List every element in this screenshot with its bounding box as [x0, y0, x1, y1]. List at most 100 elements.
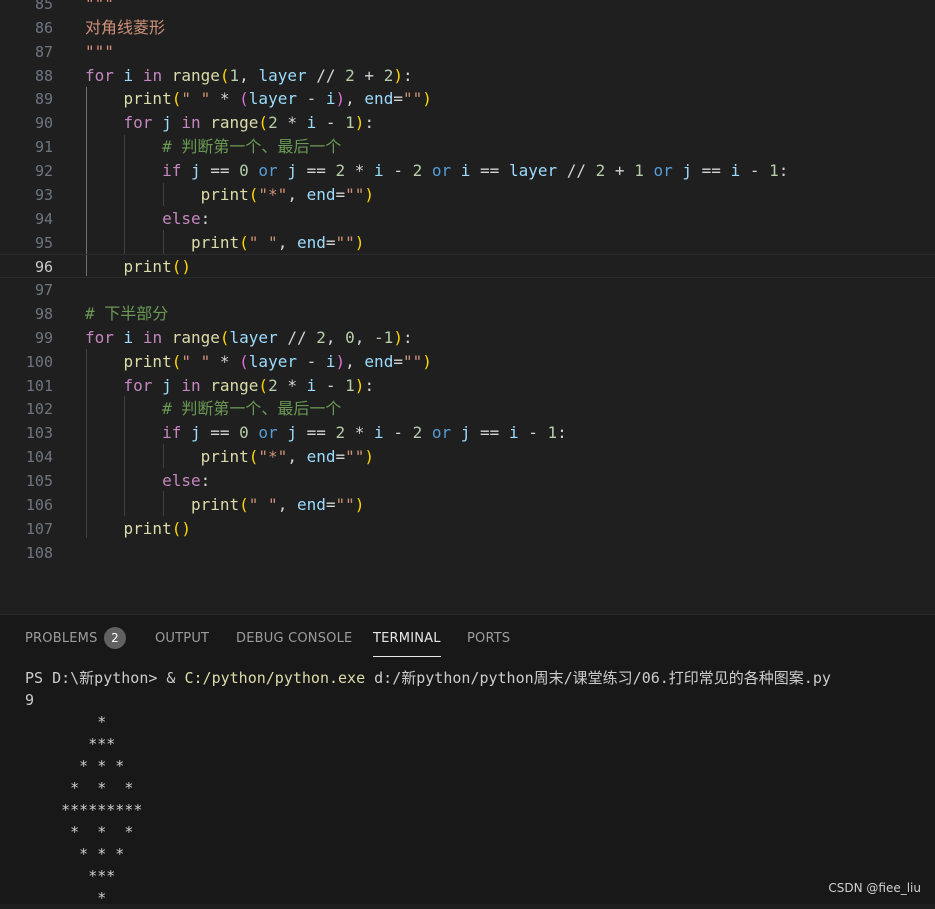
code-token: or	[431, 423, 452, 443]
terminal-output-line: *	[25, 713, 107, 731]
code-token: :	[200, 471, 211, 490]
code-token: print	[200, 184, 249, 204]
code-token: -	[383, 160, 413, 180]
code-line: 88 for i in range(1, layer // 2 + 2):	[0, 64, 935, 88]
code-token: for	[123, 113, 153, 133]
code-token: )	[335, 351, 346, 371]
code-line: 105 else:	[0, 469, 935, 493]
code-token: ==	[701, 160, 731, 180]
line-number: 98	[34, 305, 53, 324]
line-number: 103	[25, 424, 53, 443]
code-token: i	[306, 375, 317, 395]
bottom-panel: PROBLEMS 2 OUTPUT DEBUG CONSOLE TERMINAL…	[0, 614, 935, 907]
code-token: 0	[239, 160, 249, 180]
code-token: or	[258, 423, 278, 443]
code-token: in	[142, 327, 163, 347]
line-number: 97	[34, 281, 53, 300]
code-token: (	[258, 375, 269, 395]
code-token: if	[162, 423, 182, 443]
code-token: //	[306, 65, 346, 85]
terminal-output-line: *********	[25, 801, 143, 819]
tab-debug-console[interactable]: DEBUG CONSOLE	[236, 629, 352, 649]
code-token: (	[239, 89, 249, 109]
terminal-output[interactable]: PS D:\新python> & C:/python/python.exe d:…	[25, 667, 925, 909]
code-token: -	[296, 351, 326, 371]
code-token: i	[508, 423, 519, 443]
line-number: 104	[25, 448, 53, 467]
code-text: if j == 0 or j == 2 * i - 2 or i == laye…	[85, 159, 788, 183]
code-token: :	[778, 160, 789, 180]
terminal-output-line: 9	[25, 691, 35, 709]
code-token: (	[171, 89, 182, 109]
code-token: *	[277, 113, 307, 133]
code-token: )	[354, 113, 365, 133]
code-token: 2	[595, 160, 606, 180]
code-token: 1	[634, 160, 644, 180]
code-token: end	[306, 447, 336, 467]
code-token: //	[557, 160, 596, 180]
code-token: :	[557, 423, 567, 443]
code-token: -	[740, 160, 770, 180]
code-line: 86 对角线菱形	[0, 16, 935, 40]
code-token: 2	[268, 375, 278, 395]
code-token: layer	[508, 160, 558, 180]
line-number: 102	[25, 400, 53, 419]
code-token: i	[374, 160, 384, 180]
code-editor[interactable]: 85 """ 86 对角线菱形 87 """ 88 for i in range(1, lay…	[0, 0, 935, 613]
code-token: )	[354, 232, 365, 252]
code-token: //	[277, 327, 317, 347]
line-number: 92	[34, 161, 53, 180]
code-text: for i in range(1, layer // 2 + 2):	[85, 64, 413, 88]
code-token: ==	[480, 423, 509, 443]
code-token: :	[364, 375, 375, 395]
code-token: ,	[325, 327, 346, 347]
line-number: 94	[34, 209, 53, 228]
code-token: )	[393, 65, 403, 85]
code-line: 107 print()	[0, 517, 935, 541]
code-token: :	[402, 327, 413, 347]
code-token: or	[258, 160, 278, 180]
code-token: i	[451, 160, 481, 180]
code-token: *	[277, 375, 307, 395]
code-token: print	[190, 232, 240, 252]
code-line: 104 print("*", end="")	[0, 445, 935, 469]
terminal-output-line: * * *	[25, 845, 125, 863]
code-token: )	[364, 184, 375, 204]
code-token: -1	[374, 327, 394, 347]
code-token: 2	[412, 160, 423, 180]
code-token: else	[162, 471, 201, 490]
code-token: j	[451, 423, 481, 443]
code-token: j	[181, 160, 211, 180]
code-text: 对角线菱形	[85, 16, 165, 40]
code-line: 106 print(" ", end="")	[0, 493, 935, 517]
code-token: -	[383, 423, 413, 443]
line-number: 99	[34, 328, 53, 347]
code-token: end	[306, 184, 336, 204]
tab-output[interactable]: OUTPUT	[155, 629, 209, 649]
code-token: (	[248, 447, 259, 467]
tab-terminal[interactable]: TERMINAL	[373, 629, 441, 657]
code-token: ==	[210, 160, 240, 180]
code-line: 91 # 判断第一个、最后一个	[0, 135, 935, 159]
code-token: :	[364, 113, 375, 133]
code-token: layer	[248, 351, 297, 371]
code-token: 1	[229, 65, 240, 85]
code-token: 2	[345, 65, 355, 85]
code-token: i	[730, 160, 741, 180]
code-token: ""	[402, 351, 423, 371]
code-token: i	[325, 351, 336, 371]
tab-ports[interactable]: PORTS	[467, 629, 510, 649]
code-token: layer	[248, 89, 297, 109]
tab-problems[interactable]: PROBLEMS	[25, 629, 98, 649]
code-token: # 下半部分	[85, 304, 169, 324]
code-token: ==	[210, 423, 240, 443]
code-text: for j in range(2 * i - 1):	[85, 111, 375, 135]
